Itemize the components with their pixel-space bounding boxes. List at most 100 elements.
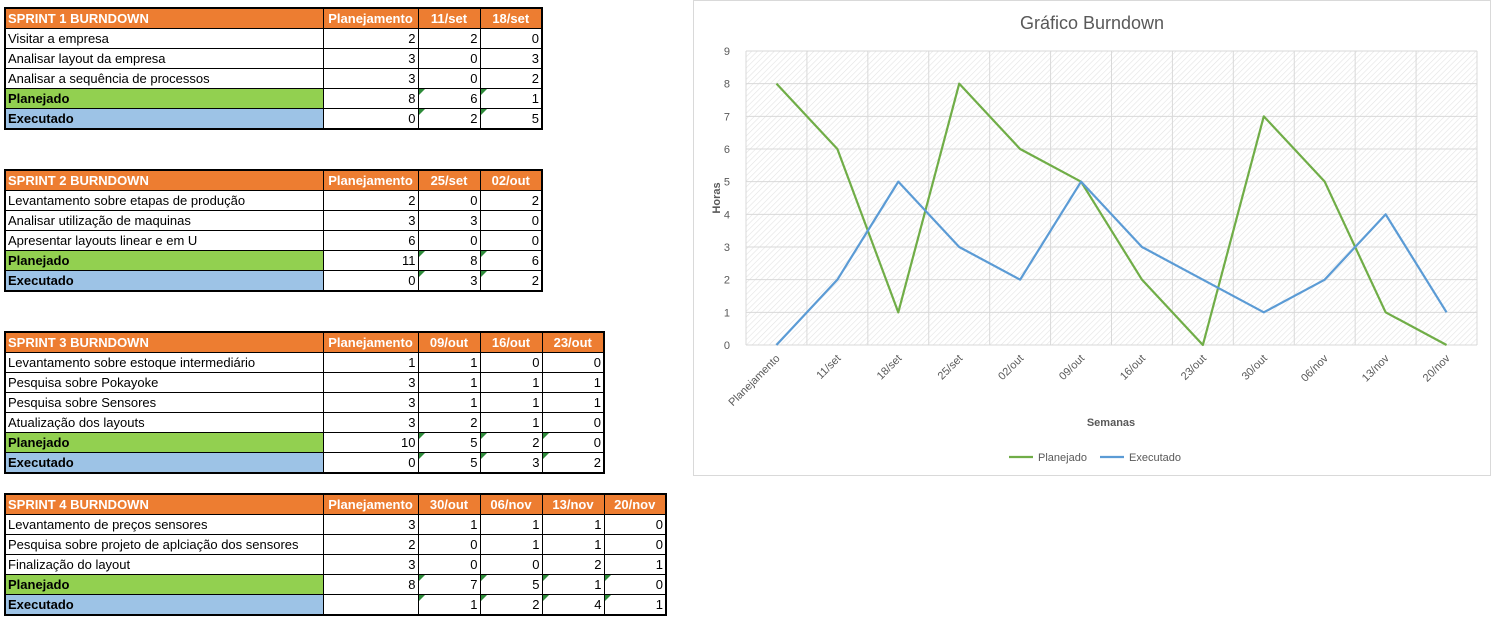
task-label-cell[interactable]: Analisar utilização de maquinas <box>4 210 324 231</box>
planejado-value-cell[interactable]: 7 <box>417 574 481 595</box>
task-value-cell[interactable]: 1 <box>417 392 481 413</box>
column-header-cell[interactable]: 06/nov <box>479 493 543 515</box>
legend-label-executado[interactable]: Executado <box>1129 452 1181 464</box>
task-value-cell[interactable]: 2 <box>322 534 419 555</box>
task-value-cell[interactable]: 0 <box>479 28 543 49</box>
task-value-cell[interactable]: 1 <box>479 412 543 433</box>
task-value-cell[interactable]: 1 <box>541 372 605 393</box>
task-value-cell[interactable]: 3 <box>322 412 419 433</box>
task-value-cell[interactable]: 3 <box>479 48 543 69</box>
task-label-cell[interactable]: Finalização do layout <box>4 554 324 575</box>
task-value-cell[interactable]: 0 <box>417 554 481 575</box>
task-label-cell[interactable]: Pesquisa sobre Pokayoke <box>4 372 324 393</box>
task-value-cell[interactable]: 1 <box>479 514 543 535</box>
task-value-cell[interactable]: 0 <box>541 352 605 373</box>
planejado-value-cell[interactable]: 11 <box>322 250 419 271</box>
column-header-cell[interactable]: 11/set <box>417 7 481 29</box>
task-value-cell[interactable]: 3 <box>322 392 419 413</box>
task-label-cell[interactable]: Analisar layout da empresa <box>4 48 324 69</box>
task-label-cell[interactable]: Atualização dos layouts <box>4 412 324 433</box>
executado-value-cell[interactable]: 2 <box>479 270 543 292</box>
task-value-cell[interactable]: 3 <box>322 514 419 535</box>
executado-value-cell[interactable]: 5 <box>417 452 481 474</box>
planejado-value-cell[interactable]: 6 <box>417 88 481 109</box>
task-value-cell[interactable]: 0 <box>417 534 481 555</box>
executado-value-cell[interactable]: 1 <box>603 594 667 616</box>
executado-value-cell[interactable] <box>322 594 419 616</box>
executado-value-cell[interactable]: 3 <box>417 270 481 292</box>
task-label-cell[interactable]: Pesquisa sobre Sensores <box>4 392 324 413</box>
task-value-cell[interactable]: 0 <box>479 230 543 251</box>
task-label-cell[interactable]: Pesquisa sobre projeto de aplciação dos … <box>4 534 324 555</box>
column-header-cell[interactable]: 23/out <box>541 331 605 353</box>
column-header-cell[interactable]: Planejamento <box>322 493 419 515</box>
planejado-label-cell[interactable]: Planejado <box>4 432 324 453</box>
task-value-cell[interactable]: 2 <box>322 28 419 49</box>
column-header-cell[interactable]: 02/out <box>479 169 543 191</box>
task-value-cell[interactable]: 2 <box>322 190 419 211</box>
executado-value-cell[interactable]: 2 <box>541 452 605 474</box>
task-value-cell[interactable]: 2 <box>541 554 605 575</box>
task-value-cell[interactable]: 3 <box>322 554 419 575</box>
task-value-cell[interactable]: 0 <box>417 230 481 251</box>
sprint-title-cell[interactable]: SPRINT 3 BURNDOWN <box>4 331 324 353</box>
task-value-cell[interactable]: 1 <box>417 372 481 393</box>
task-value-cell[interactable]: 2 <box>417 412 481 433</box>
task-value-cell[interactable]: 0 <box>603 514 667 535</box>
planejado-value-cell[interactable]: 10 <box>322 432 419 453</box>
column-header-cell[interactable]: 13/nov <box>541 493 605 515</box>
executado-value-cell[interactable]: 2 <box>417 108 481 130</box>
task-value-cell[interactable]: 1 <box>541 534 605 555</box>
executado-value-cell[interactable]: 4 <box>541 594 605 616</box>
task-label-cell[interactable]: Visitar a empresa <box>4 28 324 49</box>
task-value-cell[interactable]: 0 <box>417 48 481 69</box>
task-label-cell[interactable]: Apresentar layouts linear e em U <box>4 230 324 251</box>
executado-value-cell[interactable]: 0 <box>322 270 419 292</box>
task-value-cell[interactable]: 1 <box>541 514 605 535</box>
executado-value-cell[interactable]: 5 <box>479 108 543 130</box>
task-value-cell[interactable]: 3 <box>322 48 419 69</box>
executado-value-cell[interactable]: 1 <box>417 594 481 616</box>
legend-label-planejado[interactable]: Planejado <box>1038 452 1087 464</box>
task-value-cell[interactable]: 1 <box>541 392 605 413</box>
task-value-cell[interactable]: 3 <box>322 68 419 89</box>
column-header-cell[interactable]: 25/set <box>417 169 481 191</box>
task-value-cell[interactable]: 1 <box>479 534 543 555</box>
planejado-value-cell[interactable]: 5 <box>479 574 543 595</box>
sprint-title-cell[interactable]: SPRINT 2 BURNDOWN <box>4 169 324 191</box>
executado-label-cell[interactable]: Executado <box>4 594 324 616</box>
task-value-cell[interactable]: 3 <box>322 372 419 393</box>
task-value-cell[interactable]: 1 <box>322 352 419 373</box>
task-value-cell[interactable]: 0 <box>479 554 543 575</box>
planejado-value-cell[interactable]: 2 <box>479 432 543 453</box>
executado-value-cell[interactable]: 2 <box>479 594 543 616</box>
task-value-cell[interactable]: 0 <box>479 352 543 373</box>
planejado-label-cell[interactable]: Planejado <box>4 574 324 595</box>
task-value-cell[interactable]: 2 <box>479 68 543 89</box>
task-value-cell[interactable]: 3 <box>417 210 481 231</box>
column-header-cell[interactable]: 20/nov <box>603 493 667 515</box>
task-value-cell[interactable]: 0 <box>417 68 481 89</box>
executado-label-cell[interactable]: Executado <box>4 452 324 474</box>
column-header-cell[interactable]: 30/out <box>417 493 481 515</box>
executado-value-cell[interactable]: 0 <box>322 452 419 474</box>
planejado-value-cell[interactable]: 5 <box>417 432 481 453</box>
planejado-label-cell[interactable]: Planejado <box>4 88 324 109</box>
task-label-cell[interactable]: Levantamento sobre estoque intermediário <box>4 352 324 373</box>
task-value-cell[interactable]: 1 <box>417 352 481 373</box>
planejado-value-cell[interactable]: 1 <box>541 574 605 595</box>
column-header-cell[interactable]: 09/out <box>417 331 481 353</box>
task-value-cell[interactable]: 0 <box>417 190 481 211</box>
executado-value-cell[interactable]: 0 <box>322 108 419 130</box>
task-label-cell[interactable]: Levantamento de preços sensores <box>4 514 324 535</box>
burndown-chart[interactable]: 0 1 2 3 4 5 6 7 8 9 Planejamento 11/set 18/set 25/set… <box>693 0 1491 476</box>
planejado-value-cell[interactable]: 0 <box>603 574 667 595</box>
planejado-value-cell[interactable]: 6 <box>479 250 543 271</box>
task-value-cell[interactable]: 1 <box>479 372 543 393</box>
column-header-cell[interactable]: 16/out <box>479 331 543 353</box>
task-label-cell[interactable]: Analisar a sequência de processos <box>4 68 324 89</box>
column-header-cell[interactable]: Planejamento <box>322 7 419 29</box>
task-value-cell[interactable]: 3 <box>322 210 419 231</box>
task-value-cell[interactable]: 0 <box>603 534 667 555</box>
column-header-cell[interactable]: 18/set <box>479 7 543 29</box>
